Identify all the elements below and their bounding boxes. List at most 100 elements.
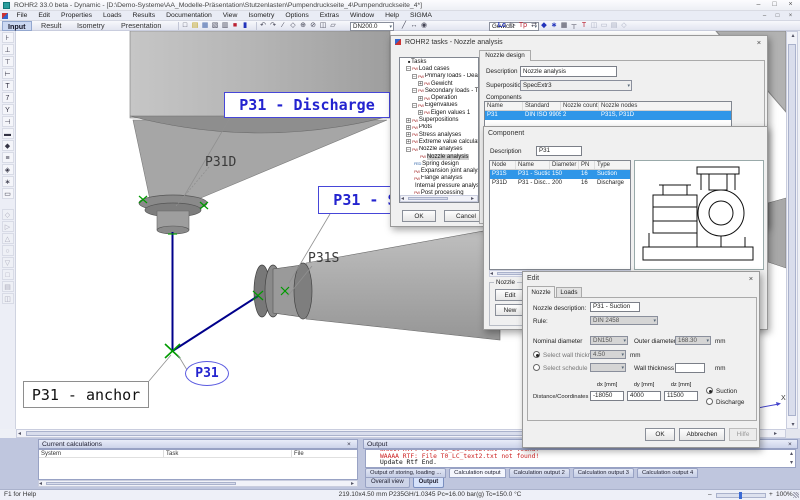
temperature-profile-icon[interactable]: Tp: [518, 21, 528, 31]
scroll-up-icon[interactable]: ▴: [789, 32, 797, 40]
tree-item-tasks[interactable]: ■Tasks: [400, 58, 478, 65]
tab-calculation-output-2[interactable]: Calculation output 2: [509, 468, 570, 478]
hanger-tool-icon[interactable]: ⊤: [2, 56, 14, 67]
report-icon[interactable]: ■: [230, 21, 240, 31]
column-pn[interactable]: PN: [579, 161, 595, 169]
tab-input[interactable]: Input: [2, 21, 32, 31]
print-preview-icon[interactable]: ▥: [220, 21, 230, 31]
tree-item-load-cases[interactable]: −PWLoad cases: [400, 65, 478, 72]
zoom-slider-thumb[interactable]: [739, 492, 742, 499]
schedule-radio[interactable]: [533, 364, 540, 371]
mdi-minimize-icon[interactable]: –: [758, 11, 771, 21]
node-label-p31s[interactable]: P31S: [308, 251, 339, 266]
add-element-icon[interactable]: ⊕: [298, 21, 308, 31]
tab-output-storing[interactable]: Output of storing, loading ...: [365, 468, 446, 478]
mdi-close-icon[interactable]: ×: [784, 11, 797, 21]
flange-tool-icon[interactable]: ◆: [2, 140, 14, 151]
tab-result[interactable]: Result: [36, 21, 66, 31]
pump-tag-ellipse[interactable]: P31: [185, 361, 229, 386]
nozzle-description-input[interactable]: P31 - Suction: [590, 302, 640, 312]
pipe-suction-line[interactable]: [173, 296, 259, 351]
scroll-left-icon[interactable]: ◂: [490, 270, 493, 278]
tree-item-stress-analyses[interactable]: +PWStress analyses: [400, 131, 478, 138]
scroll-thumb[interactable]: [408, 197, 448, 200]
scroll-right-icon[interactable]: ▸: [351, 480, 354, 488]
close-icon[interactable]: ×: [347, 440, 351, 449]
dimension-tool-icon[interactable]: ↔: [409, 21, 419, 31]
spring-tool-icon[interactable]: ≡: [2, 152, 14, 163]
resize-grip-icon[interactable]: [793, 492, 799, 498]
column-name[interactable]: Name: [516, 161, 550, 169]
dx-input[interactable]: -18050: [590, 391, 624, 401]
menu-extras[interactable]: Extras: [315, 11, 343, 21]
zoom-slider[interactable]: [716, 493, 766, 498]
clamp-tool-icon[interactable]: ⊣: [2, 116, 14, 127]
description-input[interactable]: Nozzle analysis: [520, 66, 617, 77]
tasks-dialog-titlebar[interactable]: ROHR2 tasks - Nozzle analysis: [391, 36, 767, 49]
tree-item-plots[interactable]: +PWPlots: [400, 124, 478, 131]
table-icon[interactable]: ▦: [559, 21, 569, 31]
tree-item-nozzle-analyses[interactable]: −PWNozzle analyses: [400, 146, 478, 153]
tab-isometry[interactable]: Isometry: [72, 21, 110, 31]
undo-icon[interactable]: ↶: [258, 21, 268, 31]
print-icon[interactable]: ▧: [210, 21, 220, 31]
maximize-icon[interactable]: □: [768, 0, 781, 10]
dz-input[interactable]: 11500: [664, 391, 698, 401]
weld-tool-icon[interactable]: ∗: [2, 176, 14, 187]
tee-tool-icon[interactable]: T: [2, 80, 14, 91]
tab-overall-view[interactable]: Overall view: [365, 478, 410, 488]
tree-item-eigen-values-1[interactable]: +PWEigen values 1: [400, 109, 478, 116]
scroll-down-icon[interactable]: ▾: [788, 459, 795, 467]
tree-item-flange-analysis[interactable]: PWFlange analysis: [400, 175, 478, 182]
superposition-combo[interactable]: SpecExtr3▾: [520, 80, 632, 91]
temperature-icon[interactable]: T: [579, 21, 589, 31]
minimize-icon[interactable]: –: [752, 0, 765, 10]
menu-results[interactable]: Results: [128, 11, 160, 21]
anchor-label-box[interactable]: P31 - anchor: [23, 381, 149, 408]
support-icon[interactable]: ┬: [569, 21, 579, 31]
tree-item-spring-design[interactable]: FEDSpring design: [400, 160, 478, 167]
component-dialog-titlebar[interactable]: Component: [484, 127, 767, 140]
node-icon[interactable]: ◇: [288, 21, 298, 31]
column-nozzle-nodes[interactable]: Nozzle nodes: [599, 102, 731, 110]
tab-nozzle-design[interactable]: Nozzle design: [479, 50, 531, 61]
delete-element-icon[interactable]: ⊘: [308, 21, 318, 31]
scroll-left-icon[interactable]: ◂: [39, 480, 42, 488]
column-task[interactable]: Task: [164, 450, 292, 457]
description-input[interactable]: P31: [536, 146, 582, 156]
scroll-right-icon[interactable]: ▸: [471, 195, 474, 203]
mdi-restore-icon[interactable]: □: [771, 11, 784, 21]
guide-tool-icon[interactable]: ⊢: [2, 68, 14, 79]
close-icon[interactable]: ×: [745, 273, 757, 284]
ok-button[interactable]: OK: [645, 428, 675, 441]
menu-properties[interactable]: Properties: [57, 11, 97, 21]
save-icon[interactable]: ▦: [200, 21, 210, 31]
menu-isometry[interactable]: Isometry: [244, 11, 279, 21]
node-label-p31d[interactable]: P31D: [205, 155, 236, 170]
nozzle-tool-icon[interactable]: ◈: [2, 164, 14, 175]
discharge-radio-label[interactable]: Discharge: [716, 399, 744, 406]
dy-input[interactable]: 4000: [627, 391, 661, 401]
redo-icon[interactable]: ↷: [268, 21, 278, 31]
discharge-label-box[interactable]: P31 - Discharge: [224, 92, 390, 118]
scroll-thumb[interactable]: [46, 482, 236, 485]
tree-item-primary-loads[interactable]: −PWPrimary loads - Dead loa: [400, 73, 478, 80]
tree-item-internal-pressure[interactable]: Internal pressure analysis: [400, 182, 478, 189]
menu-loads[interactable]: Loads: [98, 11, 126, 21]
wall-thickness-input[interactable]: [675, 363, 705, 373]
tree-item-extreme-value[interactable]: +PWExtreme value calculations: [400, 138, 478, 145]
open-file-icon[interactable]: ▤: [190, 21, 200, 31]
tree-item-expansion-joint[interactable]: PWExpansion joint analysis: [400, 167, 478, 174]
edit-button[interactable]: Edit: [495, 289, 525, 301]
bend-tool-icon[interactable]: 7: [2, 92, 14, 103]
scroll-down-icon[interactable]: ▾: [789, 421, 797, 429]
draw-icon[interactable]: ∕: [278, 21, 288, 31]
suction-radio-label[interactable]: Suction: [716, 388, 737, 395]
tree-item-superpositions[interactable]: +PWSuperpositions: [400, 116, 478, 123]
schedule-radio-label[interactable]: Select schedule: [543, 365, 587, 372]
column-nozzle-count[interactable]: Nozzle count: [561, 102, 599, 110]
load-case-icon[interactable]: Lc: [497, 21, 507, 31]
database-icon[interactable]: ▮: [240, 21, 250, 31]
tree-item-gewicht[interactable]: +PWGewicht: [400, 80, 478, 87]
zoom-out-icon[interactable]: –: [708, 490, 712, 500]
